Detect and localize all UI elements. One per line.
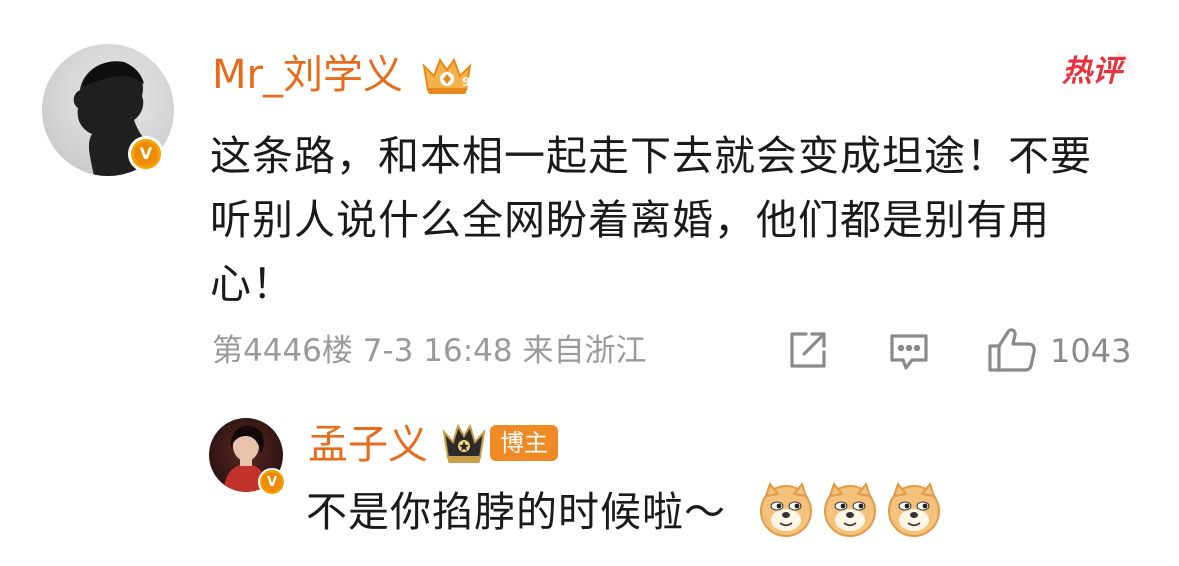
hot-comment-badge: 热评 [1058, 48, 1142, 96]
comment-icon[interactable] [886, 328, 932, 374]
fan-crown-badge-icon[interactable]: 9 [418, 52, 476, 98]
doge-emoji-icon [886, 481, 942, 538]
share-icon[interactable] [784, 328, 830, 374]
thumbs-up-icon[interactable] [986, 324, 1038, 376]
svg-text:9: 9 [462, 75, 470, 89]
blogger-badge: 博主 [490, 425, 558, 461]
doge-emoji-icon [822, 481, 878, 538]
verified-badge-icon: V [128, 136, 164, 172]
floor-number: 第4446楼 [212, 333, 353, 369]
like-count: 1043 [1050, 332, 1132, 370]
comment-meta: 第4446楼 7-3 16:48 来自浙江 [212, 328, 646, 374]
reply-verified-badge-icon: V [258, 468, 286, 496]
comment-text: 这条路，和本相一起走下去就会变成坦途！不要听别人说什么全网盼着离婚，他们都是别有… [210, 132, 1092, 308]
crown-badge-icon[interactable] [440, 422, 488, 466]
doge-emoji-icon [758, 481, 814, 538]
comment-location: 来自浙江 [522, 333, 647, 369]
comment-date: 7-3 16:48 [362, 333, 513, 369]
hot-comment-label: 热评 [1062, 54, 1122, 89]
reply-text: 不是你掐脖的时候啦～ [306, 488, 726, 536]
comment-user-name[interactable]: Mr_刘学义 [212, 48, 403, 102]
reply-user-name[interactable]: 孟子义 [308, 418, 428, 472]
